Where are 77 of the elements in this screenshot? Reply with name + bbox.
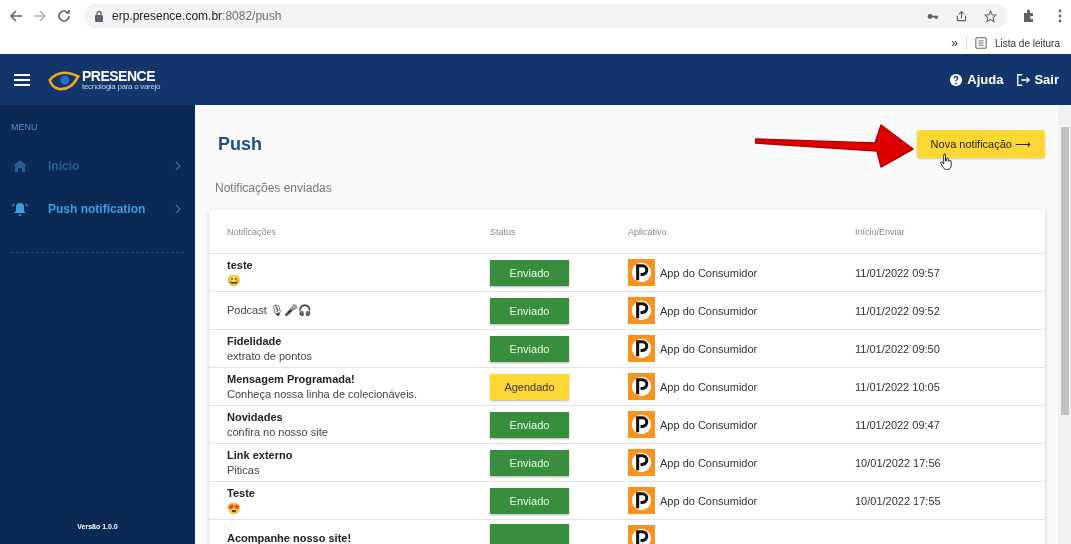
app-name: App do Consumidor: [660, 494, 758, 507]
status-badge: Enviado: [490, 411, 569, 438]
notification-title: Mensagem Programada!: [227, 371, 356, 387]
notification-body: Piticas: [227, 462, 261, 478]
date-cell-text: 11/01/2022 09:50: [855, 342, 941, 355]
app-logo-icon: [628, 297, 655, 324]
status-badge: Agendado: [490, 373, 569, 400]
column-header: Notificações: [227, 226, 278, 237]
logout-icon: [1016, 72, 1031, 87]
column-header: Status: [490, 226, 517, 237]
menu-section-label: MENU: [11, 122, 38, 132]
brand-tagline: tecnologia para o varejo: [82, 82, 161, 91]
page-title: Push: [218, 133, 262, 155]
address-bar[interactable]: erp.presence.com.br:8082/push: [84, 4, 1007, 28]
notification-body: extrato de pontos: [227, 348, 313, 364]
notification-title: Novidades: [227, 409, 284, 425]
date-cell-text: 11/01/2022 09:52: [855, 304, 941, 317]
app-logo-icon: [628, 373, 655, 400]
back-icon[interactable]: [8, 8, 24, 24]
help-link[interactable]: Ajuda: [949, 72, 1004, 87]
notification-title: Acompanhe nosso site!: [227, 531, 353, 544]
share-icon[interactable]: [955, 9, 968, 23]
bookmarks-overflow[interactable]: »: [951, 36, 958, 50]
app-name: App do Consumidor: [660, 342, 758, 355]
star-icon[interactable]: [984, 9, 997, 23]
notification-body: 😄: [227, 272, 242, 288]
date-cell-text: 10/01/2022 17:56: [855, 456, 942, 469]
date-cell-text: 11/01/2022 10:05: [855, 380, 941, 393]
notification-title: Link externo: [227, 447, 294, 463]
status-badge: Enviado: [490, 449, 569, 476]
reload-icon[interactable]: [56, 8, 72, 24]
notification-title: Fidelidade: [227, 333, 283, 349]
notification-body: confira no nosso site: [227, 424, 329, 440]
app-logo-icon: [628, 449, 655, 476]
notification-title: Teste: [227, 485, 256, 501]
hand-cursor-icon: [940, 153, 953, 171]
kebab-menu-icon[interactable]: [1057, 8, 1063, 24]
chevron-right-icon: [175, 203, 181, 214]
column-header: Início/Enviar: [855, 226, 906, 237]
home-icon: [12, 157, 28, 174]
logout-link[interactable]: Sair: [1016, 72, 1059, 87]
app-name: App do Consumidor: [660, 418, 758, 431]
app-name: App do Consumidor: [660, 304, 758, 317]
notification-body: Podcast 🎙🎤🎧: [227, 303, 313, 318]
menu-icon[interactable]: [14, 73, 30, 86]
app-name: App do Consumidor: [660, 266, 758, 279]
notification-body: 😍: [227, 500, 242, 516]
date-cell-text: 11/01/2022 09:57: [855, 266, 941, 279]
brand-name: PRESENCE: [82, 68, 157, 83]
app-name: App do Consumidor: [660, 380, 758, 393]
status-badge: Enviado: [490, 297, 569, 324]
scrollbar-thumb[interactable]: [1060, 127, 1069, 415]
date-cell-text: 10/01/2022 17:55: [855, 494, 942, 507]
section-subtitle: Notificações enviadas: [215, 181, 333, 195]
notification-title: teste: [227, 257, 254, 273]
column-header: Aplicativo: [628, 226, 668, 237]
app-logo-icon: [628, 335, 655, 362]
reading-list-link[interactable]: Lista de leitura: [994, 37, 1060, 49]
bell-icon: [12, 200, 28, 217]
url-text: erp.presence.com.br:8082/push: [112, 9, 282, 23]
help-icon: [949, 72, 964, 87]
notification-body: Conheça nossa linha de colecionáveis.: [227, 386, 419, 402]
app-logo-icon: [628, 487, 655, 514]
app-name: App do Consumidor: [660, 456, 758, 469]
app-logo-icon: [628, 259, 655, 286]
eye-logo-icon: [48, 68, 80, 91]
date-cell-text: 11/01/2022 09:47: [855, 418, 941, 431]
chevron-right-icon: [175, 160, 181, 171]
app-logo-icon: [628, 411, 655, 438]
status-badge: Enviado: [490, 259, 569, 286]
scrollbar[interactable]: [1058, 105, 1071, 544]
sidebar-item[interactable]: Push notification: [0, 187, 195, 230]
status-badge: Enviado: [490, 335, 569, 362]
reading-list-icon[interactable]: [974, 37, 987, 49]
new-notification-button[interactable]: Nova notificação ⟶: [916, 130, 1045, 158]
lock-icon: [94, 10, 104, 22]
status-badge: Enviado: [490, 487, 569, 514]
